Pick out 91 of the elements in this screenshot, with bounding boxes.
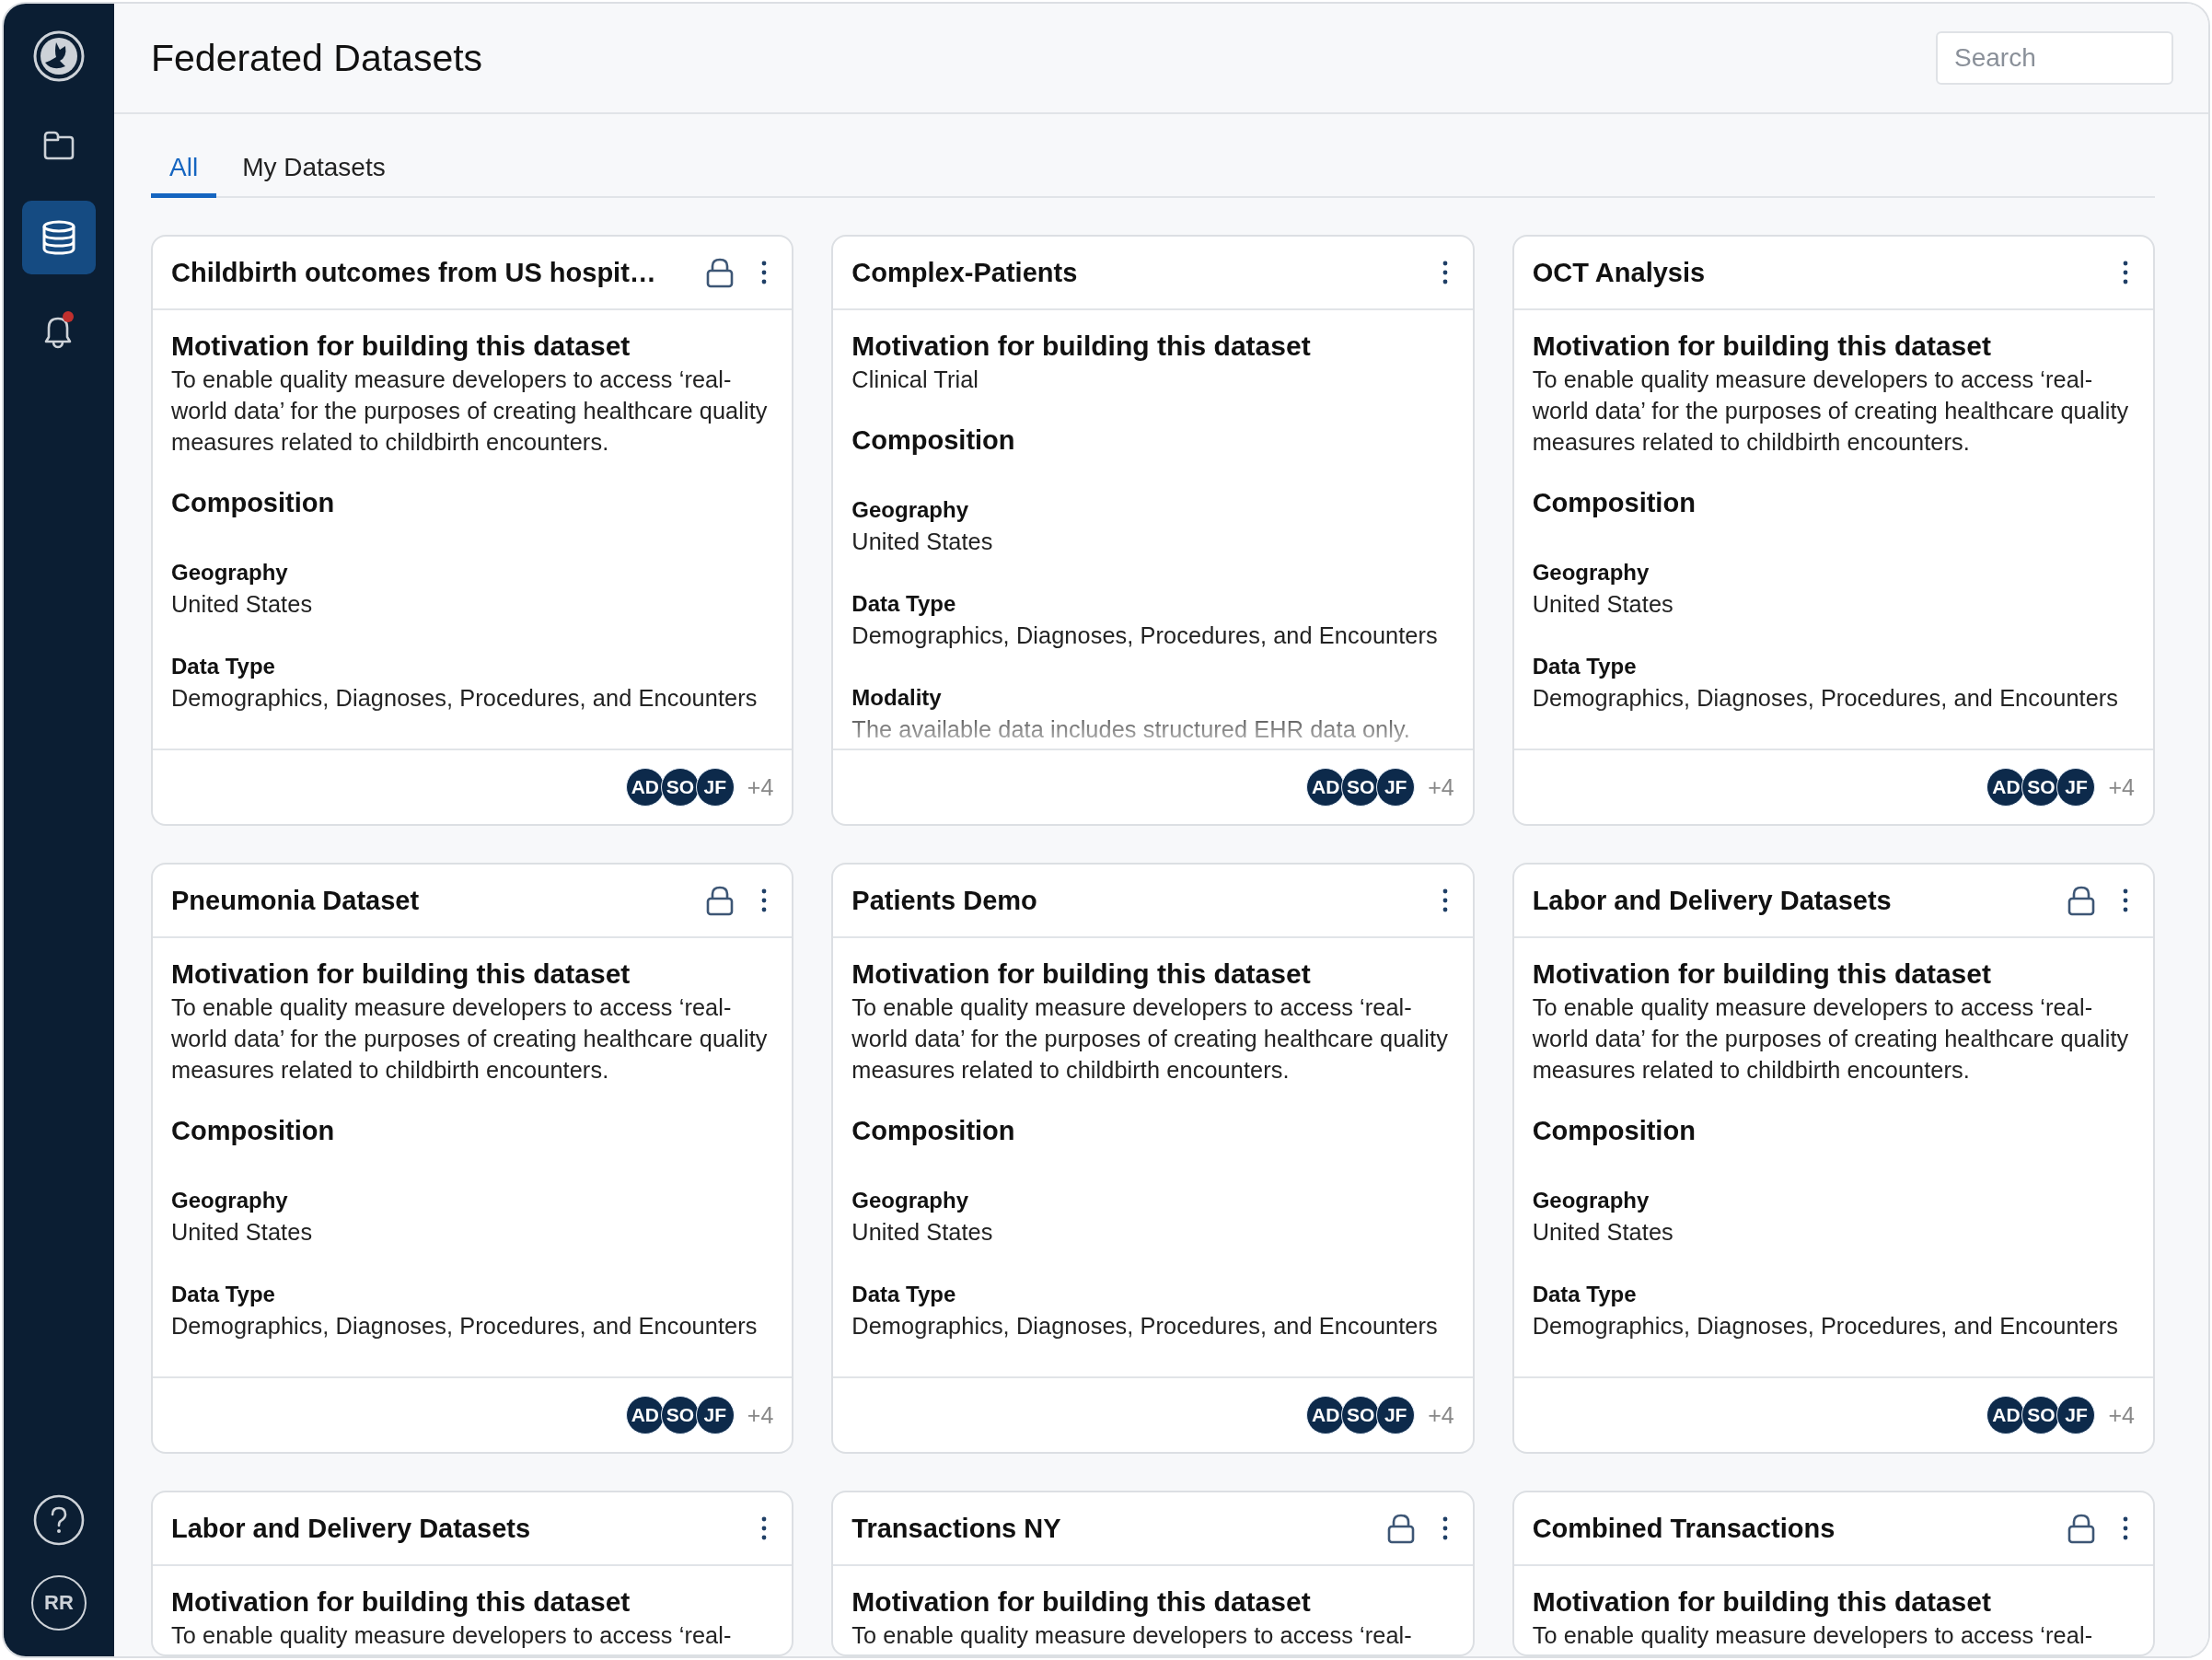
card-title: Combined Transactions [1532,1513,1836,1544]
field-label: Geography [171,1187,289,1214]
more-members-count: +4 [747,773,774,801]
dataset-card[interactable]: Transactions NY Motivation for building this dataset To enable quality measure developers to access ‘real- [831,1491,1475,1656]
motivation-text: To enable quality measure developers to access ‘real-world data’ for the purposes of creating healthcare quality measures related to childbirth encounters. [171,366,769,457]
motivation-text: To enable quality measure developers to access ‘real- [171,1621,733,1650]
motivation-text: To enable quality measure developers to access ‘real-world data’ for the purposes of creating healthcare quality measures related to childbirth encounters. [1532,366,2130,457]
section-heading: Motivation for building this dataset [171,330,631,363]
more-members-count: +4 [1428,1401,1454,1429]
card-title: Childbirth outcomes from US hospit… [171,257,657,288]
section-heading: Motivation for building this dataset [851,1585,1312,1619]
field-value: United States [1532,1218,1674,1247]
field-label: Geography [171,559,289,586]
section-heading: Motivation for building this dataset [851,330,1312,363]
card-title: Patients Demo [851,885,1038,916]
card-title: OCT Analysis [1532,257,1707,288]
section-heading: Composition [1532,1115,1697,1147]
tab[interactable]: My Datasets [224,138,404,198]
dataset-card[interactable]: Labor and Delivery Datasets Motivation for building this dataset To enable quality measure developers to access ‘real- [151,1491,794,1656]
field-value: The available data includes structured EHR data only. [851,715,1411,744]
motivation-text: To enable quality measure developers to access ‘real-world data’ for the purposes of creating healthcare quality measures related to childbirth encounters. [851,993,1449,1085]
field-value: United States [851,528,994,556]
section-heading: Composition [1532,487,1697,519]
more-members-count: +4 [747,1401,774,1429]
field-value: United States [851,1218,994,1247]
card-title: Transactions NY [851,1513,1062,1544]
search-field[interactable]: Search [1936,31,2173,85]
tab[interactable]: All [151,138,217,198]
field-value: Demographics, Diagnoses, Procedures, and Encounters [851,621,1439,650]
field-label: Data Type [1532,1281,1638,1308]
field-label: Data Type [1532,653,1638,680]
member-avatar: AD [625,1396,665,1434]
motivation-text: Clinical Trial [851,366,980,394]
member-avatar: JF [2056,768,2096,807]
motivation-text: To enable quality measure developers to access ‘real- [851,1621,1413,1650]
motivation-text: To enable quality measure developers to access ‘real-world data’ for the purposes of creating healthcare quality measures related to childbirth encounters. [1532,993,2130,1085]
dataset-card[interactable] [831,863,1475,1454]
more-members-count: +4 [2108,1401,2135,1429]
section-heading: Composition [851,424,1016,457]
more-members-count: +4 [1428,773,1454,801]
card-title: Labor and Delivery Datasets [171,1513,532,1544]
dataset-card[interactable] [1511,863,2155,1454]
member-avatar: SO [660,768,700,807]
member-avatar: AD [625,768,665,807]
section-heading: Motivation for building this dataset [1532,958,1992,991]
section-heading: Motivation for building this dataset [1532,330,1992,363]
member-avatar: JF [1376,1396,1416,1434]
motivation-text: To enable quality measure developers to access ‘real- [1532,1621,2094,1650]
logo-icon[interactable] [32,29,86,83]
field-label: Geography [1532,559,1650,586]
motivation-text: To enable quality measure developers to access ‘real-world data’ for the purposes of creating healthcare quality measures related to childbirth encounters. [171,993,769,1085]
field-label: Data Type [171,653,276,680]
field-label: Data Type [851,1281,957,1308]
dataset-card[interactable] [1511,235,2155,826]
field-value: Demographics, Diagnoses, Procedures, and Encounters [171,684,759,713]
card-title: Labor and Delivery Datasets [1532,885,1893,916]
field-value: Demographics, Diagnoses, Procedures, and Encounters [1532,684,2120,713]
field-value: United States [1532,590,1674,619]
field-label: Geography [851,496,970,524]
dataset-card[interactable] [831,235,1475,826]
section-heading: Composition [171,1115,336,1147]
section-heading: Motivation for building this dataset [1532,1585,1992,1619]
page-title: Federated Datasets [151,36,483,80]
member-avatar: JF [695,768,735,807]
field-label: Geography [851,1187,970,1214]
field-label: Data Type [171,1281,276,1308]
field-label: Modality [851,684,943,712]
field-value: United States [171,1218,314,1247]
dataset-card[interactable] [151,863,794,1454]
field-value: Demographics, Diagnoses, Procedures, and Encounters [1532,1312,2120,1341]
member-avatar: JF [695,1396,735,1434]
field-label: Data Type [851,590,957,618]
database-icon[interactable] [22,201,96,274]
field-value: Demographics, Diagnoses, Procedures, and Encounters [171,1312,759,1341]
section-heading: Motivation for building this dataset [171,958,631,991]
field-value: Demographics, Diagnoses, Procedures, and Encounters [851,1312,1439,1341]
user-avatar[interactable]: RR [31,1575,87,1631]
card-title: Complex-Patients [851,257,1079,288]
section-heading: Composition [851,1115,1016,1147]
card-title: Pneumonia Dataset [171,885,421,916]
dataset-card[interactable] [151,235,794,826]
dataset-card[interactable]: Combined Transactions Motivation for building this dataset To enable quality measure developers to access ‘real- [1511,1491,2155,1656]
section-heading: Motivation for building this dataset [851,958,1312,991]
section-heading: Composition [171,487,336,519]
member-avatar: JF [2056,1396,2096,1434]
field-label: Geography [1532,1187,1650,1214]
more-members-count: +4 [2108,773,2135,801]
member-avatar: JF [1376,768,1416,807]
section-heading: Motivation for building this dataset [171,1585,631,1619]
member-avatar: SO [660,1396,700,1434]
field-value: United States [171,590,314,619]
